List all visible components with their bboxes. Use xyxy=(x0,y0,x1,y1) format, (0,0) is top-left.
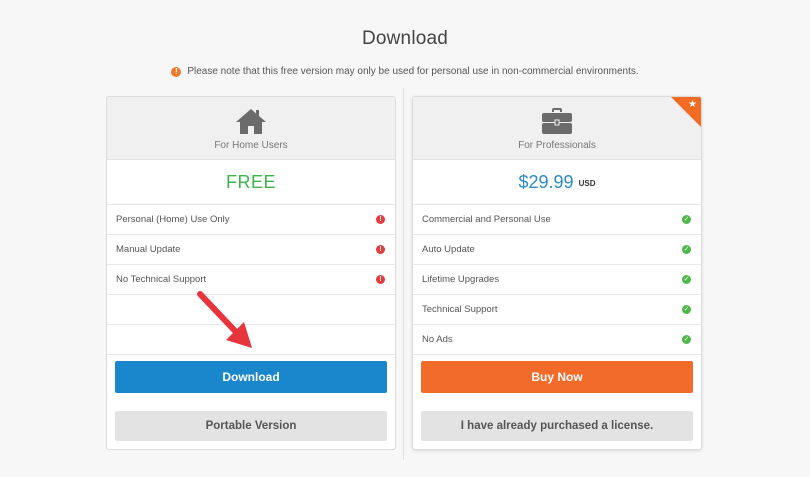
buy-now-button[interactable]: Buy Now xyxy=(421,361,693,393)
home-plan-price-row: FREE xyxy=(107,160,395,205)
home-plan-header: For Home Users xyxy=(107,97,395,160)
home-feature-label: No Technical Support xyxy=(116,274,207,285)
pro-plan-header: For Professionals ★ xyxy=(413,97,701,160)
error-icon: ! xyxy=(376,275,385,284)
portable-version-button[interactable]: Portable Version xyxy=(115,411,387,441)
download-button[interactable]: Download xyxy=(115,361,387,393)
notice-text: Please note that this free version may o… xyxy=(187,66,639,77)
pro-feature-row: Commercial and Personal Use ✓ xyxy=(413,205,701,235)
check-icon: ✓ xyxy=(682,215,691,224)
pro-plan-label: For Professionals xyxy=(518,140,596,151)
briefcase-icon xyxy=(542,108,572,134)
pro-feature-label: Lifetime Upgrades xyxy=(422,274,500,285)
column-divider xyxy=(403,88,404,460)
notice: ! Please note that this free version may… xyxy=(0,66,810,77)
already-purchased-button[interactable]: I have already purchased a license. xyxy=(421,411,693,441)
home-feature-row: Manual Update! xyxy=(107,235,395,265)
home-feature-label: Manual Update xyxy=(116,244,181,255)
pro-feature-row: Technical Support ✓ xyxy=(413,295,701,325)
home-feature-row: Personal (Home) Use Only! xyxy=(107,205,395,235)
pro-feature-label: Auto Update xyxy=(422,244,475,255)
pro-plan-price: $29.99 xyxy=(518,171,574,192)
error-icon: ! xyxy=(376,215,385,224)
pro-feature-row: Lifetime Upgrades ✓ xyxy=(413,265,701,295)
home-icon xyxy=(236,109,266,134)
home-feature-label: Personal (Home) Use Only xyxy=(116,214,230,225)
home-plan-price: FREE xyxy=(225,171,276,192)
pro-feature-label: Technical Support xyxy=(422,304,498,315)
warning-icon: ! xyxy=(171,66,182,77)
pro-plan-price-row: $29.99 USD xyxy=(413,160,701,205)
pro-feature-row: No Ads ✓ xyxy=(413,325,701,355)
check-icon: ✓ xyxy=(682,335,691,344)
check-icon: ✓ xyxy=(682,245,691,254)
pro-plan-currency: USD xyxy=(578,179,596,188)
error-icon: ! xyxy=(376,245,385,254)
check-icon: ✓ xyxy=(682,305,691,314)
home-plan-card: For Home Users FREE Personal (Home) Use … xyxy=(106,96,396,450)
annotation-arrow-icon xyxy=(197,291,252,348)
star-icon: ★ xyxy=(688,99,697,110)
pro-feature-label: Commercial and Personal Use xyxy=(422,214,551,225)
page-title: Download xyxy=(361,28,449,49)
pro-plan-card: For Professionals ★ $29.99 USD Commercia… xyxy=(412,96,702,450)
home-plan-label: For Home Users xyxy=(214,140,288,151)
pro-feature-row: Auto Update ✓ xyxy=(413,235,701,265)
pro-feature-label: No Ads xyxy=(422,334,453,345)
check-icon: ✓ xyxy=(682,275,691,284)
